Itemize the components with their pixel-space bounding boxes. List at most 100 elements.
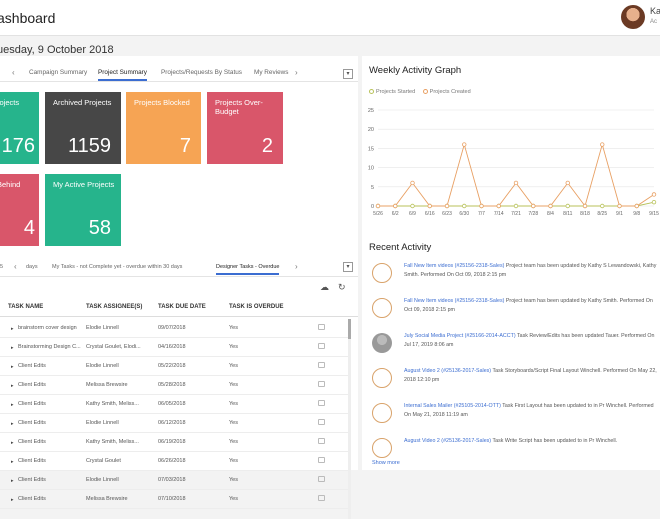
chevron-left-icon[interactable]: ‹ bbox=[14, 262, 17, 271]
tab-designer-tasks-overdue[interactable]: Designer Tasks - Overdue bbox=[216, 264, 280, 275]
chevron-left-icon[interactable]: ‹ bbox=[12, 68, 15, 77]
table-row[interactable]: ▸ Client Edits Crystal Goulet 06/26/2018 Yes bbox=[0, 452, 348, 471]
table-row[interactable]: ▸ Client Edits Melissa Brewsire 07/10/2018 Y… bbox=[0, 490, 348, 509]
col-task-due-date[interactable]: TASK DUE DATE bbox=[158, 304, 206, 310]
user-avatar[interactable] bbox=[621, 5, 645, 29]
x-tick-label: 6/23 bbox=[442, 211, 452, 217]
cell-task-name[interactable]: Client Edits bbox=[18, 458, 82, 464]
activity-item: Fall New Item videos (#25156-2318-Sales)… bbox=[368, 260, 660, 296]
cell-task-name[interactable]: Client Edits bbox=[18, 496, 82, 502]
col-task-overdue[interactable]: TASK IS OVERDUE bbox=[229, 304, 284, 310]
data-point bbox=[427, 203, 432, 209]
table-row[interactable]: ▸ Brainstorming Design C... Crystal Goulet… bbox=[0, 338, 348, 357]
cell-task-name[interactable]: Brainstorming Design C... bbox=[18, 344, 82, 350]
table-row[interactable]: ▸ Client Edits Elodie Linnell 07/03/2018 Yes bbox=[0, 471, 348, 490]
data-point bbox=[393, 203, 398, 209]
tile-behind[interactable]: Behind 4 bbox=[0, 174, 39, 246]
tab-campaign-summary[interactable]: Campaign Summary bbox=[29, 69, 87, 76]
tag-icon[interactable] bbox=[318, 419, 325, 425]
scrollbar-thumb[interactable] bbox=[348, 319, 351, 339]
legend-label: Projects Started bbox=[376, 89, 416, 95]
expand-icon[interactable]: ▸ bbox=[11, 497, 14, 503]
chevron-right-icon[interactable]: › bbox=[295, 68, 298, 77]
cell-task-name[interactable]: Client Edits bbox=[18, 382, 82, 388]
tab-my-reviews[interactable]: My Reviews bbox=[254, 69, 288, 76]
tag-icon[interactable] bbox=[318, 457, 325, 463]
dropdown-icon[interactable]: ▾ bbox=[343, 262, 353, 272]
tag-icon[interactable] bbox=[318, 324, 325, 330]
tab-days[interactable]: days bbox=[26, 264, 38, 270]
tab-partial[interactable]: 5 bbox=[0, 264, 3, 270]
tag-icon[interactable] bbox=[318, 362, 325, 368]
show-more-link[interactable]: Show more bbox=[372, 460, 400, 466]
cell-task-name[interactable]: Client Edits bbox=[18, 363, 82, 369]
tag-icon[interactable] bbox=[318, 381, 325, 387]
refresh-icon[interactable]: ↻ bbox=[338, 282, 346, 293]
tile-projects-over-budget[interactable]: Projects Over-Budget 2 bbox=[207, 92, 283, 164]
table-scrollbar[interactable] bbox=[348, 319, 351, 519]
table-row[interactable]: ▸ Client Edits Elodie Linnell 06/12/2018 Yes bbox=[0, 414, 348, 433]
cell-task-name[interactable]: Client Edits bbox=[18, 477, 82, 483]
legend-item[interactable]: Projects Started bbox=[369, 89, 415, 95]
tag-icon[interactable] bbox=[318, 343, 325, 349]
current-date: uesday, 9 October 2018 bbox=[0, 44, 114, 56]
user-name[interactable]: Ka bbox=[650, 6, 660, 16]
tile-archived-projects[interactable]: Archived Projects 1159 bbox=[45, 92, 121, 164]
expand-icon[interactable]: ▸ bbox=[11, 421, 14, 427]
data-point bbox=[582, 203, 588, 209]
activity-project-link[interactable]: Fall New Item videos (#25156-2318-Sales) bbox=[404, 263, 504, 269]
data-point bbox=[634, 203, 639, 209]
expand-icon[interactable]: ▸ bbox=[11, 402, 14, 408]
activity-text: Internal Sales Mailer (#25105-2014-OTT) … bbox=[404, 402, 660, 419]
activity-timestamp: Performed On Oct 09, 2018 2:15 pm bbox=[420, 271, 507, 278]
expand-icon[interactable]: ▸ bbox=[11, 440, 14, 446]
cell-task-name[interactable]: brainstorm cover design bbox=[18, 325, 82, 331]
cell-task-name[interactable]: Client Edits bbox=[18, 401, 82, 407]
tile-projects[interactable]: rojects 176 bbox=[0, 92, 39, 164]
chevron-right-icon[interactable]: › bbox=[295, 262, 298, 271]
activity-item: Internal Sales Mailer (#25105-2014-OTT) … bbox=[368, 400, 660, 436]
tab-project-summary[interactable]: Project Summary bbox=[98, 69, 148, 81]
tab-projects-by-status[interactable]: Projects/Requests By Status bbox=[161, 69, 242, 76]
cell-assignees: Melissa Brewsire bbox=[86, 496, 128, 502]
expand-icon[interactable]: ▸ bbox=[11, 478, 14, 484]
table-row[interactable]: ▸ brainstorm cover design Elodie Linnell 09… bbox=[0, 319, 348, 338]
x-tick-label: 7/28 bbox=[528, 211, 538, 217]
legend-item[interactable]: Projects Created bbox=[422, 89, 471, 95]
cell-task-name[interactable]: Client Edits bbox=[18, 420, 82, 426]
table-row[interactable]: ▸ Client Edits Elodie Linnell 05/22/2018 Yes bbox=[0, 357, 348, 376]
tile-my-active-projects[interactable]: My Active Projects 58 bbox=[45, 174, 121, 246]
x-tick-label: 9/1 bbox=[616, 211, 623, 217]
activity-project-link[interactable]: Fall New Item videos (#25156-2318-Sales) bbox=[404, 298, 504, 304]
x-tick-label: 8/18 bbox=[580, 211, 590, 217]
cell-due-date: 07/03/2018 bbox=[158, 477, 186, 483]
dropdown-icon[interactable]: ▾ bbox=[343, 69, 353, 79]
expand-icon[interactable]: ▸ bbox=[11, 364, 14, 370]
tag-icon[interactable] bbox=[318, 400, 325, 406]
tab-my-tasks-overdue[interactable]: My Tasks - not Complete yet - overdue wi… bbox=[52, 264, 182, 270]
data-point bbox=[565, 180, 570, 186]
col-task-assignees[interactable]: TASK ASSIGNEE(S) bbox=[86, 304, 142, 310]
table-row[interactable]: ▸ Client Edits Melissa Brewsire 05/28/2018 Y… bbox=[0, 376, 348, 395]
expand-icon[interactable]: ▸ bbox=[11, 345, 14, 351]
activity-project-link[interactable]: August Video 2 (#25136-2017-Sales) bbox=[404, 368, 491, 374]
tag-icon[interactable] bbox=[318, 476, 325, 482]
expand-icon[interactable]: ▸ bbox=[11, 383, 14, 389]
tile-projects-blocked[interactable]: Projects Blocked 7 bbox=[126, 92, 201, 164]
x-tick-label: 7/7 bbox=[478, 211, 485, 217]
table-row[interactable]: ▸ Client Edits Kathy Smith, Meliss... 06/19… bbox=[0, 433, 348, 452]
activity-project-link[interactable]: Internal Sales Mailer (#25105-2014-OTT) bbox=[404, 403, 501, 409]
tag-icon[interactable] bbox=[318, 438, 325, 444]
table-row[interactable]: ▸ Client Edits Kathy Smith, Meliss... 06/05… bbox=[0, 395, 348, 414]
activity-description: Task First Layout has been updated to in… bbox=[502, 403, 628, 409]
tag-icon[interactable] bbox=[318, 495, 325, 501]
activity-project-link[interactable]: August Video 2 (#25136-2017-Sales) bbox=[404, 438, 491, 444]
cell-task-name[interactable]: Client Edits bbox=[18, 439, 82, 445]
cell-assignees: Crystal Goulet bbox=[86, 458, 121, 464]
col-task-name[interactable]: TASK NAME bbox=[8, 304, 43, 310]
activity-project-link[interactable]: July Social Media Project (#25166-2014-A… bbox=[404, 333, 516, 339]
cloud-download-icon[interactable]: ☁ bbox=[320, 282, 329, 293]
expand-icon[interactable]: ▸ bbox=[11, 459, 14, 465]
activity-text: July Social Media Project (#25166-2014-A… bbox=[404, 332, 660, 349]
expand-icon[interactable]: ▸ bbox=[11, 326, 14, 332]
